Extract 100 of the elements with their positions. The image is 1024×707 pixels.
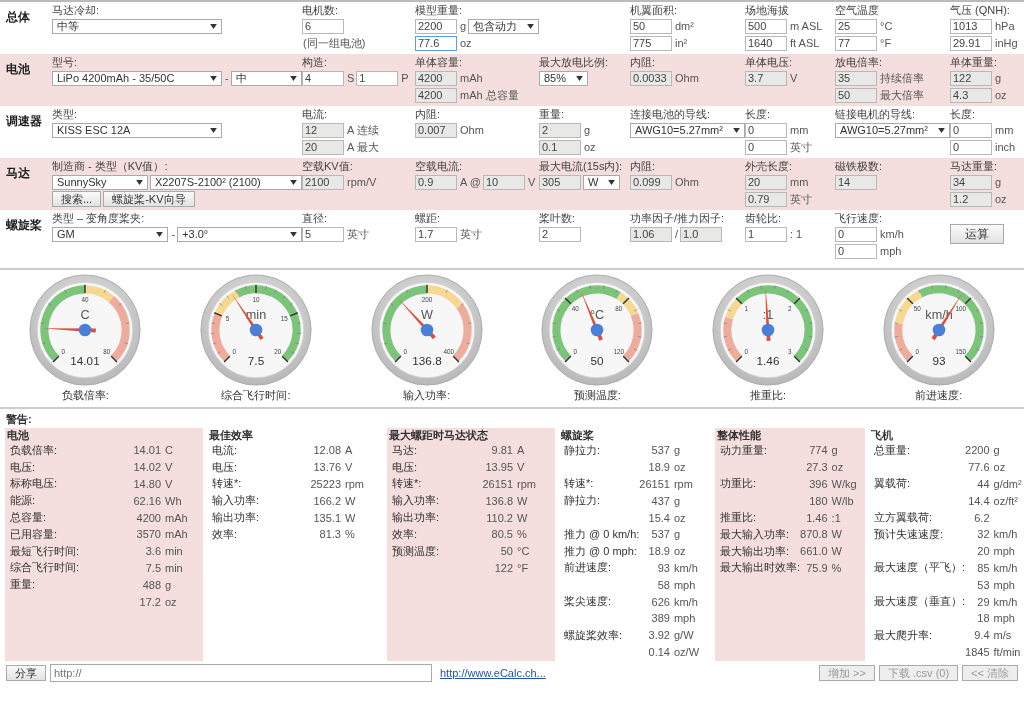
input-field[interactable]: 2 [539,122,581,138]
input-field[interactable]: 775 [630,35,672,51]
input-field[interactable]: 2200 [415,18,457,34]
website-link[interactable]: http://www.eCalc.ch... [440,667,546,679]
input-field[interactable]: 14 [835,174,877,190]
input-field[interactable]: 1013 [950,18,992,34]
caret-icon [732,127,740,133]
share-button[interactable]: 分享 [6,665,46,681]
dropdown[interactable]: GM [52,226,169,242]
input-field[interactable]: 1640 [745,35,787,51]
input-field[interactable]: 77.6 [415,35,457,51]
input-field[interactable]: 0.1 [539,139,581,155]
input-field[interactable]: 1 [356,70,399,86]
stat-value: 14.80 [133,478,161,490]
input-field[interactable]: 0.099 [630,174,672,190]
input-field[interactable]: 0 [950,122,992,138]
stat-unit: A [517,444,525,457]
input-field[interactable]: 0.9 [415,174,457,190]
input-field[interactable]: 0 [745,122,787,138]
input-field[interactable]: 50 [630,18,672,34]
stat-label: 电压: [10,460,36,473]
input-field[interactable]: 34 [950,174,992,190]
stat-unit: °F [517,561,529,574]
stat-label: 电压: [392,460,418,473]
stat-value: 29 [976,595,990,608]
dropdown[interactable]: LiPo 4200mAh - 35/50C [52,70,222,86]
stat-value: 389 [650,612,670,625]
dropdown[interactable]: 包含动力 [468,18,540,34]
button[interactable]: 搜索... [52,191,102,207]
stat-label: 最短飞行时间: [10,544,80,557]
input-field[interactable]: 1.06 [630,226,672,242]
dropdown[interactable]: AWG10=5.27mm² [630,122,745,138]
input-field[interactable]: 6 [302,18,344,34]
caret-icon [937,127,945,133]
stat-unit: km/h [993,528,1018,541]
input-field[interactable]: 35 [835,70,877,86]
dropdown[interactable]: 85% [539,70,589,86]
dropdown[interactable]: 中等 [52,18,222,34]
input-field[interactable]: 25 [835,18,877,34]
unit-label: mAh [459,72,483,84]
input-field[interactable]: 4.3 [950,87,992,103]
input-field[interactable]: 4200 [415,87,457,103]
stat-value: 2200 [965,444,990,457]
input-field[interactable]: 12 [302,122,344,138]
dropdown[interactable]: X2207S-2100² (2100) [149,174,302,190]
dropdown[interactable]: AWG10=5.27mm² [835,122,950,138]
stat-label: 能源: [10,494,36,507]
stat-value: 53 [976,578,990,591]
input-field[interactable]: 3.7 [745,70,787,86]
input-field[interactable]: 50 [835,87,877,103]
input-field[interactable]: 1 [745,226,787,242]
dropdown[interactable]: SunnySky [52,174,148,190]
url-field[interactable]: http:// [50,664,432,682]
input-field[interactable]: 0.79 [745,191,787,207]
stat-value: 26151 [639,478,670,490]
input-field[interactable]: 77 [835,35,877,51]
dropdown[interactable]: W [583,174,621,190]
stat-value: 166.2 [312,494,341,507]
dropdown[interactable]: KISS ESC 12A [52,122,222,138]
unit-label: g [994,72,1002,84]
input-field[interactable]: 10 [482,174,525,190]
input-field[interactable]: 1.2 [950,191,992,207]
input-field[interactable]: 4200 [415,70,457,86]
stat-label: 输出功率: [392,511,440,524]
stat-value: 122 [493,561,513,574]
stat-label: 效率: [212,527,238,540]
input-field[interactable]: 0 [835,226,877,242]
stat-value: 14.01 [133,444,161,457]
gauge-value: 7.5 [247,354,265,368]
input-field[interactable]: 20 [745,174,787,190]
input-field[interactable]: 1.7 [415,226,457,242]
input-field[interactable]: 0.007 [415,122,457,138]
stat-value: 1.46 [805,511,828,524]
panel-title: 飞机 [871,428,894,442]
gauge-value: 136.8 [411,354,442,368]
input-field[interactable]: 500 [745,18,787,34]
input-field[interactable]: 305 [539,174,581,190]
input-field[interactable]: 1.0 [680,226,723,242]
input-field[interactable]: 4 [302,70,344,86]
input-field[interactable]: 29.91 [950,35,992,51]
input-field[interactable]: 5 [302,226,344,242]
input-field[interactable]: 0 [745,139,787,155]
stat-value: 77.6 [967,461,990,474]
input-field[interactable]: 2 [539,226,581,242]
dropdown[interactable]: +3.0° [177,226,302,242]
input-field[interactable]: 2100 [302,174,344,190]
button[interactable]: 螺旋桨-KV向导 [103,191,195,207]
input-field[interactable]: 122 [950,70,992,86]
stat-label: 桨尖速度: [564,595,612,608]
input-field[interactable]: 0 [950,139,992,155]
input-field[interactable]: 20 [302,139,344,155]
stat-unit: g [673,494,681,507]
input-field[interactable]: 0.0033 [630,70,672,86]
field-label: 放电倍率: [835,56,883,68]
stat-label: 电流: [212,443,238,456]
stat-label: 功重比: [720,477,757,490]
calculate-button[interactable]: 运算 [950,224,1004,244]
stat-unit: V [165,478,173,490]
input-field[interactable]: 0 [835,243,877,259]
dropdown[interactable]: 中 [230,70,302,86]
